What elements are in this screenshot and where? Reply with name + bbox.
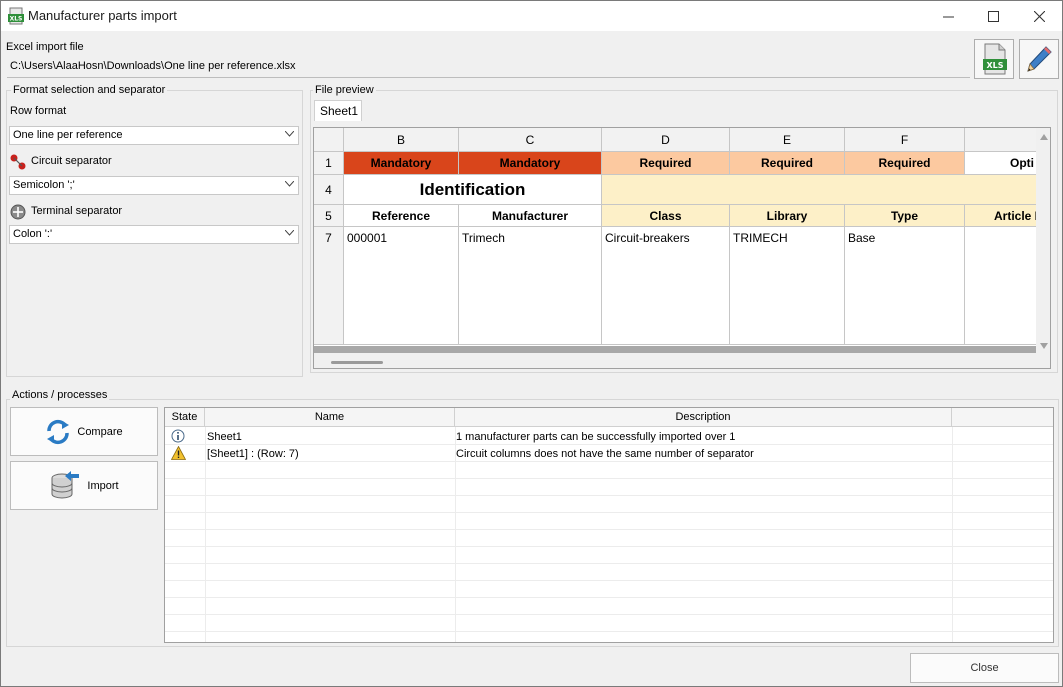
xls-icon-text: XLS [986, 61, 1003, 70]
terminal-separator-value: Colon ':' [13, 228, 53, 240]
data-cell[interactable]: 000001 [344, 227, 459, 345]
chevron-down-icon [285, 181, 294, 187]
column-header-name[interactable]: Name [205, 408, 455, 427]
edit-file-button[interactable] [1019, 39, 1059, 79]
circuit-separator-icon [10, 154, 26, 170]
column-header[interactable]: B [344, 128, 459, 152]
data-cell[interactable]: TRIMECH [730, 227, 845, 345]
chevron-down-icon [285, 230, 294, 236]
field-cell[interactable]: Reference [344, 205, 459, 227]
scroll-down-icon[interactable] [1040, 343, 1048, 349]
tab-sheet1[interactable]: Sheet1 [314, 100, 362, 121]
minimize-icon [942, 16, 954, 17]
column-header[interactable]: D [602, 128, 730, 152]
close-icon [1033, 10, 1045, 22]
circuit-separator-label: Circuit separator [31, 155, 112, 167]
row-format-select[interactable]: One line per reference [9, 126, 299, 145]
excel-file-label: Excel import file [6, 41, 84, 53]
horizontal-scroll-thumb[interactable] [331, 361, 383, 364]
chevron-down-icon [285, 131, 294, 137]
svg-text:XLS: XLS [10, 16, 23, 23]
column-header-description[interactable]: Description [455, 408, 952, 427]
preview-grid[interactable]: B C D E F C 1 4 5 7 Mandatory Mandatory … [313, 127, 1051, 369]
row-name: Sheet1 [207, 431, 242, 443]
scroll-up-icon[interactable] [1040, 134, 1048, 140]
import-dialog: XLS Manufacturer parts import Excel impo… [0, 0, 1063, 687]
title-bar: XLS Manufacturer parts import [1, 1, 1062, 31]
actions-group-title: Actions / processes [10, 389, 110, 401]
open-xls-button[interactable]: XLS [974, 39, 1014, 79]
row-description: Circuit columns does not have the same n… [456, 448, 754, 460]
pencil-icon [1027, 46, 1052, 72]
results-table[interactable]: State Name Description Sheet1 1 manufact… [164, 407, 1054, 643]
database-import-icon [51, 470, 80, 498]
column-header-state[interactable]: State [165, 408, 205, 427]
column-header[interactable]: F [845, 128, 965, 152]
file-preview-group-title: File preview [313, 84, 376, 96]
column-header[interactable]: C [459, 128, 602, 152]
status-cell[interactable]: Mandatory [459, 152, 602, 175]
status-cell[interactable]: Mandatory [344, 152, 459, 175]
field-cell[interactable]: Library [730, 205, 845, 227]
column-header-empty [952, 408, 1053, 427]
secondary-group-header[interactable] [602, 175, 1050, 205]
maximize-icon [987, 10, 999, 22]
field-cell[interactable]: Class [602, 205, 730, 227]
compare-button[interactable]: Compare [10, 407, 158, 456]
xls-app-icon: XLS [8, 7, 24, 25]
horizontal-scroll-track[interactable] [314, 346, 1036, 353]
row-name: [Sheet1] : (Row: 7) [207, 448, 299, 460]
window-title: Manufacturer parts import [28, 8, 177, 23]
minimize-button[interactable] [925, 1, 971, 31]
refresh-icon [47, 419, 70, 444]
terminal-separator-icon [10, 204, 26, 220]
compare-label: Compare [77, 425, 123, 438]
info-icon [171, 429, 185, 443]
horizontal-scroll-area[interactable] [314, 353, 1036, 368]
status-cell[interactable]: Required [730, 152, 845, 175]
field-cell[interactable]: Type [845, 205, 965, 227]
close-window-button[interactable] [1016, 1, 1062, 31]
import-button[interactable]: Import [10, 461, 158, 510]
xls-file-icon: XLS [983, 43, 1007, 75]
circuit-separator-select[interactable]: Semicolon ';' [9, 176, 299, 195]
circuit-separator-value: Semicolon ';' [13, 179, 75, 191]
close-button[interactable]: Close [910, 653, 1059, 683]
data-cell[interactable]: Trimech [459, 227, 602, 345]
identification-group-header[interactable]: Identification [344, 175, 602, 205]
excel-file-path-field[interactable]: C:\Users\AlaaHosn\Downloads\One line per… [7, 57, 970, 78]
grid-corner [314, 128, 344, 152]
row-header[interactable]: 7 [314, 227, 344, 345]
status-cell[interactable]: Required [845, 152, 965, 175]
format-group-title: Format selection and separator [11, 84, 168, 96]
row-format-label: Row format [10, 105, 67, 117]
warning-icon [171, 446, 186, 460]
maximize-button[interactable] [970, 1, 1016, 31]
data-cell[interactable]: Circuit-breakers [602, 227, 730, 345]
status-cell[interactable]: Required [602, 152, 730, 175]
vertical-scrollbar[interactable] [1036, 128, 1050, 368]
terminal-separator-select[interactable]: Colon ':' [9, 225, 299, 244]
row-header[interactable]: 5 [314, 205, 344, 227]
row-header[interactable]: 1 [314, 152, 344, 175]
data-cell[interactable]: Base [845, 227, 965, 345]
row-header[interactable]: 4 [314, 175, 344, 205]
field-cell[interactable]: Manufacturer [459, 205, 602, 227]
row-description: 1 manufacturer parts can be successfully… [456, 431, 736, 443]
row-format-value: One line per reference [13, 129, 123, 141]
import-label: Import [87, 479, 119, 492]
column-header[interactable]: E [730, 128, 845, 152]
terminal-separator-label: Terminal separator [31, 205, 123, 217]
